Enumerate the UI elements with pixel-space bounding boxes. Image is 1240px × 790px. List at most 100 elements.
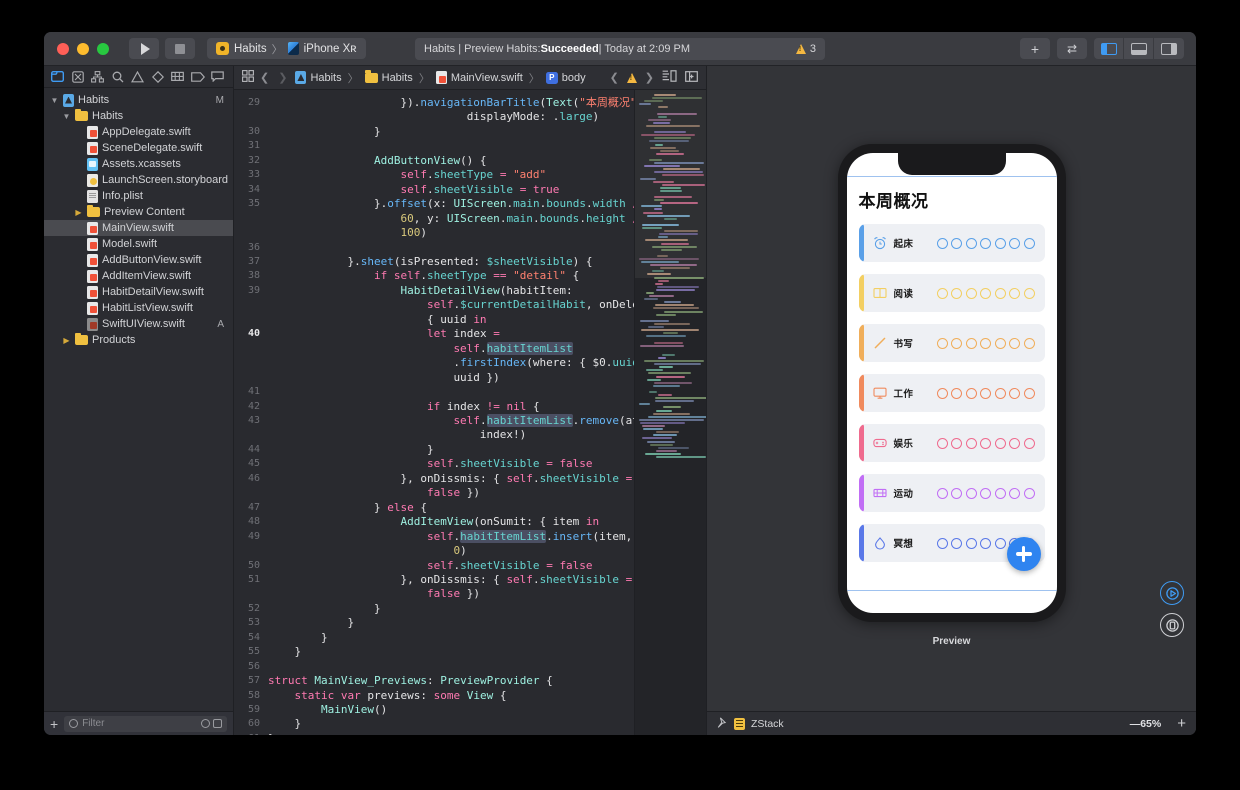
habit-day-dot[interactable] — [1009, 387, 1020, 399]
breadcrumb-item[interactable]: Habits — [364, 70, 413, 84]
code-minimap[interactable] — [634, 90, 706, 735]
file-tree-row[interactable]: ▶Assets.xcassets — [44, 156, 233, 172]
habit-day-dot[interactable] — [980, 487, 991, 499]
code-line[interactable]: displayMode: .large) — [234, 110, 634, 124]
project-file-tree[interactable]: ▼HabitsM▼Habits▶AppDelegate.swift▶SceneD… — [44, 88, 233, 711]
file-tree-row[interactable]: ▶ Products — [44, 332, 233, 348]
habit-day-dot[interactable] — [936, 487, 948, 499]
habit-day-dot[interactable] — [965, 437, 977, 449]
code-line[interactable]: 46 }, onDissmis: { self.sheetVisible = — [234, 472, 634, 486]
habit-day-dot[interactable] — [936, 387, 948, 399]
habit-day-dot[interactable] — [965, 287, 977, 299]
zoom-in-button[interactable]: + — [1177, 716, 1186, 731]
navigator-tab-tests[interactable] — [148, 68, 167, 86]
code-line[interactable]: 30 } — [234, 125, 634, 139]
habit-day-dot[interactable] — [965, 387, 977, 399]
code-line[interactable]: .firstIndex(where: { $0.uuid == — [234, 356, 634, 370]
code-line[interactable]: 53 } — [234, 616, 634, 630]
habit-day-dot[interactable] — [980, 287, 991, 299]
breadcrumb[interactable]: Habits 〉 Habits 〉 MainView.swift 〉 Pbody — [295, 70, 586, 86]
code-line[interactable]: 41 — [234, 385, 634, 399]
code-line[interactable]: 52 } — [234, 602, 634, 616]
habit-day-dot[interactable] — [951, 387, 962, 399]
code-line[interactable]: 32 AddButtonView() { — [234, 154, 634, 168]
habit-day-dot[interactable] — [936, 287, 948, 299]
habit-day-dot[interactable] — [1023, 437, 1035, 449]
habit-day-dot[interactable] — [994, 287, 1006, 299]
habit-day-dot[interactable] — [951, 437, 962, 449]
file-tree-row[interactable]: ▶AddButtonView.swift — [44, 252, 233, 268]
habit-day-dot[interactable] — [951, 337, 962, 349]
habit-day-dot[interactable] — [994, 437, 1006, 449]
file-tree-row[interactable]: ▶SceneDelegate.swift — [44, 140, 233, 156]
habit-day-dot[interactable] — [965, 487, 977, 499]
code-line[interactable]: 29 }).navigationBarTitle(Text("本周概况"), — [234, 96, 634, 110]
habit-day-dots[interactable] — [936, 287, 1045, 299]
habit-day-dot[interactable] — [980, 337, 991, 349]
minimize-button[interactable] — [77, 42, 89, 55]
habit-row[interactable]: 工作 — [858, 374, 1045, 412]
habit-day-dot[interactable] — [1009, 487, 1020, 499]
habit-day-dot[interactable] — [980, 437, 991, 449]
habit-day-dot[interactable] — [994, 337, 1006, 349]
code-line[interactable]: 39 HabitDetailView(habitItem: — [234, 284, 634, 298]
habit-day-dots[interactable] — [936, 437, 1045, 449]
file-tree-row[interactable]: ▶HabitDetailView.swift — [44, 284, 233, 300]
code-review-button[interactable]: ⇄ — [1057, 38, 1087, 59]
habit-day-dots[interactable] — [936, 237, 1045, 249]
disclosure-triangle[interactable]: ▼ — [50, 96, 59, 105]
habit-row[interactable]: 运动 — [858, 474, 1045, 512]
file-tree-row[interactable]: ▶ Preview Content — [44, 204, 233, 220]
run-button[interactable] — [129, 38, 159, 59]
code-line[interactable]: self.$currentDetailHabit, onDelete: — [234, 298, 634, 312]
breadcrumb-item[interactable]: MainView.swift — [435, 71, 523, 84]
habit-day-dot[interactable] — [1009, 237, 1020, 249]
breadcrumb-item[interactable]: Habits — [295, 71, 342, 84]
code-line[interactable]: uuid }) — [234, 371, 634, 385]
source-control-filter-icon[interactable] — [213, 719, 222, 728]
code-line[interactable]: 56 — [234, 660, 634, 674]
disclosure-triangle[interactable]: ▶ — [62, 336, 71, 345]
recent-files-filter-icon[interactable] — [201, 719, 210, 728]
code-line[interactable]: 38 if self.sheetType == "detail" { — [234, 269, 634, 283]
code-line[interactable]: self.habitItemList — [234, 341, 634, 356]
pin-icon[interactable] — [717, 716, 728, 731]
habit-day-dots[interactable] — [936, 337, 1045, 349]
code-line[interactable]: 54 } — [234, 631, 634, 645]
code-line[interactable]: 45 self.sheetVisible = false — [234, 457, 634, 471]
code-line[interactable]: 47 } else { — [234, 501, 634, 515]
habit-day-dot[interactable] — [965, 537, 977, 549]
habit-row[interactable]: 娱乐 — [858, 424, 1045, 462]
habit-day-dot[interactable] — [1023, 387, 1035, 399]
add-editor-button[interactable]: + — [1020, 38, 1050, 59]
habit-day-dot[interactable] — [936, 337, 948, 349]
device-preview-button[interactable] — [1160, 613, 1184, 637]
file-tree-row[interactable]: ▶AppDelegate.swift — [44, 124, 233, 140]
code-line[interactable]: 31 — [234, 139, 634, 153]
live-preview-button[interactable] — [1160, 581, 1184, 605]
add-habit-fab[interactable] — [1006, 537, 1041, 571]
device-screen[interactable]: 本周概况 起床 阅读 书写 工作 娱乐 运动 冥想 — [846, 153, 1057, 613]
previous-issue-button[interactable]: ❮ — [610, 71, 619, 84]
breadcrumb-item[interactable]: Pbody — [545, 71, 586, 84]
habit-day-dots[interactable] — [936, 387, 1045, 399]
code-line[interactable]: 57 struct MainView_Previews: PreviewProvi… — [234, 674, 634, 688]
navigator-tab-issues[interactable] — [128, 68, 147, 86]
navigator-tab-hierarchy[interactable] — [88, 68, 107, 86]
toggle-navigator-button[interactable] — [1094, 38, 1124, 59]
navigator-tab-reports[interactable] — [208, 68, 227, 86]
navigator-tab-debug[interactable] — [168, 68, 187, 86]
habit-list[interactable]: 起床 阅读 书写 工作 娱乐 运动 冥想 — [858, 224, 1045, 562]
related-items-icon[interactable] — [242, 70, 254, 85]
back-button[interactable]: ❮ — [260, 71, 269, 84]
code-line[interactable]: index!) — [234, 428, 634, 442]
code-line[interactable]: { uuid in — [234, 313, 634, 327]
habit-day-dot[interactable] — [994, 537, 1006, 549]
code-line[interactable]: 36 — [234, 241, 634, 255]
add-file-button[interactable]: + — [50, 717, 58, 731]
habit-row[interactable]: 阅读 — [858, 274, 1045, 312]
file-tree-row-selected[interactable]: ▶MainView.swift — [44, 220, 233, 236]
habit-day-dot[interactable] — [951, 487, 962, 499]
code-line[interactable]: 33 self.sheetType = "add" — [234, 168, 634, 182]
close-button[interactable] — [57, 42, 69, 55]
